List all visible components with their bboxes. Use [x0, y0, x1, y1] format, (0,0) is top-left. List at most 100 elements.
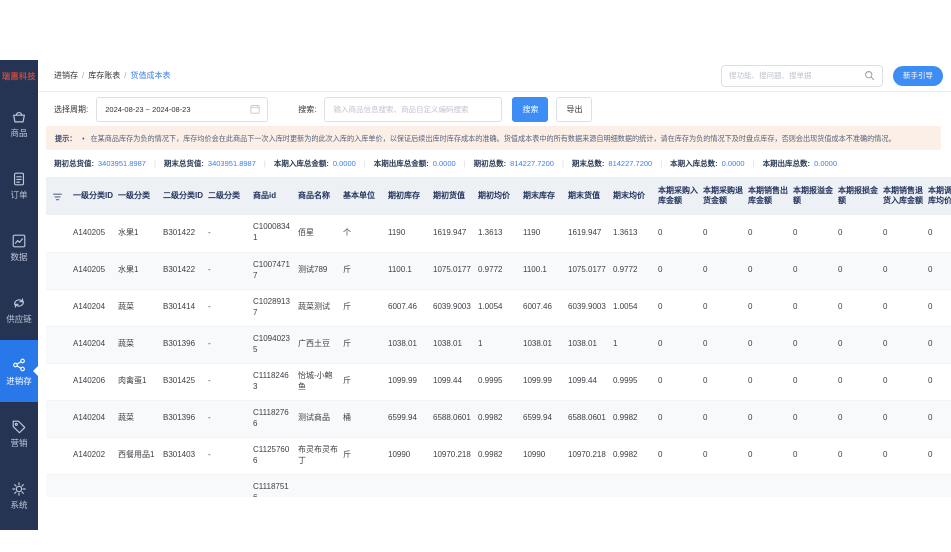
table-cell: 0.9982 [610, 400, 655, 437]
summary-item: 本期出库总数:0.0000 [763, 158, 837, 169]
row-gutter-cell [46, 363, 70, 400]
row-gutter-cell [46, 326, 70, 363]
table-cell [115, 474, 160, 497]
table-cell: 0 [835, 326, 880, 363]
chart-icon [11, 233, 27, 249]
table-cell: 1099.99 [385, 363, 430, 400]
search-icon[interactable] [864, 70, 875, 81]
table-cell: 0.9772 [610, 252, 655, 289]
sidebar-item-inventory[interactable]: 进销存 [0, 340, 38, 402]
summary-item: 期末总货值:3403951.8987 [164, 158, 256, 169]
beginner-guide-button[interactable]: 新手引导 [893, 66, 943, 86]
main-area: 进销存/库存账表/货值成本表 新手引导 选择周期: 搜索: [38, 60, 951, 530]
table-cell [835, 474, 880, 497]
table-cell: 0 [880, 363, 925, 400]
basket-icon [11, 109, 27, 125]
table-cell [790, 474, 835, 497]
table-cell: 0 [790, 400, 835, 437]
table-cell: 蔬菜 [115, 400, 160, 437]
keyword-search-input[interactable] [325, 105, 501, 114]
sidebar-item-orders[interactable]: 订单 [0, 154, 38, 216]
summary-label: 本期入库总数: [670, 159, 718, 168]
table-cell: - [205, 289, 250, 326]
table-cell: 1.0054 [610, 289, 655, 326]
table-cell: 1075.0177 [430, 252, 475, 289]
sidebar-item-label: 订单 [10, 191, 27, 200]
table-cell: 0 [655, 363, 700, 400]
search-button[interactable]: 搜索 [512, 97, 548, 122]
row-gutter-cell [46, 437, 70, 474]
column-header: 期初均价 [475, 177, 520, 215]
table-cell: 水果1 [115, 215, 160, 252]
table-cell: 0 [790, 289, 835, 326]
table-cell [295, 474, 340, 497]
table-cell: 0 [790, 326, 835, 363]
table-cell: 0 [880, 326, 925, 363]
table-cell [205, 474, 250, 497]
table-cell: 6588.0601 [565, 400, 610, 437]
breadcrumb-item[interactable]: 进销存 [54, 70, 78, 81]
table-cell: 0 [925, 363, 951, 400]
hint-text: 在某商品库存为负的情况下，库存均价会在此商品下一次入库时更新为的此次入库的入库单… [90, 134, 895, 143]
table-cell: 6599.94 [385, 400, 430, 437]
table-cell: 布灵布灵布丁 [295, 437, 340, 474]
table-cell: B301414 [160, 289, 205, 326]
table-cell [745, 474, 790, 497]
global-search-box[interactable] [721, 65, 883, 87]
sidebar-item-marketing[interactable]: 营销 [0, 402, 38, 464]
calendar-icon[interactable] [250, 104, 260, 114]
table-cell: B301425 [160, 363, 205, 400]
date-range-value[interactable] [97, 105, 250, 114]
table-cell: 1 [610, 326, 655, 363]
breadcrumb-item[interactable]: 库存账表 [88, 70, 120, 81]
table-cell: 0 [835, 252, 880, 289]
table-cell: 0 [835, 289, 880, 326]
summary-value: 814227.7200 [608, 159, 652, 168]
summary-value: 3403951.8987 [98, 159, 146, 168]
order-icon [11, 171, 27, 187]
column-sorter-icon[interactable] [46, 177, 70, 215]
sidebar-item-goods[interactable]: 商品 [0, 92, 38, 154]
summary-label: 期末总数: [572, 159, 605, 168]
table-cell: - [205, 326, 250, 363]
table-cell: 0 [655, 326, 700, 363]
table-cell: 0 [925, 437, 951, 474]
table-cell: A140202 [70, 437, 115, 474]
sidebar-item-data[interactable]: 数据 [0, 216, 38, 278]
report-table-wrap[interactable]: 一级分类ID一级分类二级分类ID二级分类商品id商品名称基本单位期初库存期初货值… [46, 177, 951, 497]
sidebar-item-system[interactable]: 系统 [0, 464, 38, 526]
table-cell: 斤 [340, 437, 385, 474]
table-cell: 0 [655, 215, 700, 252]
table-cell: C10074717 [250, 252, 295, 289]
global-search-input[interactable] [729, 71, 864, 80]
summary-separator: | [364, 159, 366, 168]
keyword-search-box[interactable] [324, 97, 502, 122]
table-row: C11187516 [46, 474, 951, 497]
app-window: 瑞惠科技 商品订单数据供应链进销存营销系统 进销存/库存账表/货值成本表 新手引… [0, 60, 951, 530]
breadcrumb-separator: / [124, 71, 126, 80]
table-cell: 0 [790, 215, 835, 252]
column-header: 二级分类 [205, 177, 250, 215]
column-header: 本期报损金额 [835, 177, 880, 215]
date-range-picker[interactable] [96, 97, 268, 122]
table-cell: A140204 [70, 400, 115, 437]
table-cell [340, 474, 385, 497]
table-cell: C10008341 [250, 215, 295, 252]
table-cell: 0 [655, 437, 700, 474]
table-cell: 1038.01 [520, 326, 565, 363]
export-button[interactable]: 导出 [556, 97, 592, 122]
column-header: 本期采购退货金额 [700, 177, 745, 215]
table-cell: - [205, 215, 250, 252]
sidebar-item-supply[interactable]: 供应链 [0, 278, 38, 340]
table-cell: 6599.94 [520, 400, 565, 437]
column-header: 期初库存 [385, 177, 430, 215]
table-cell: 0 [700, 289, 745, 326]
table-cell: 10970.218 [565, 437, 610, 474]
column-header: 期末货值 [565, 177, 610, 215]
table-cell: 0 [880, 437, 925, 474]
breadcrumb-separator: / [82, 71, 84, 80]
table-cell: 斤 [340, 289, 385, 326]
table-cell: 0 [745, 289, 790, 326]
summary-value: 3403951.8987 [208, 159, 256, 168]
table-cell: 0 [790, 363, 835, 400]
